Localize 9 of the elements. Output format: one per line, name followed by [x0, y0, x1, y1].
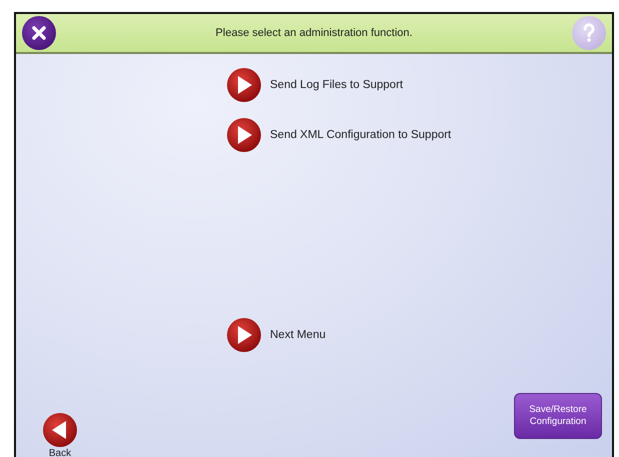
save-restore-button[interactable]: Save/Restore Configuration: [514, 393, 602, 439]
menu-item[interactable]: Send XML Configuration to Support: [226, 116, 612, 154]
close-icon: [31, 25, 47, 41]
menu-item[interactable]: Send Log Files to Support: [226, 66, 612, 104]
menu-item[interactable]: Next Menu: [226, 316, 612, 354]
question-mark-icon: [582, 23, 596, 43]
header-title: Please select an administration function.: [216, 27, 412, 39]
back-button[interactable]: Back: [42, 412, 78, 457]
close-button[interactable]: [22, 16, 56, 50]
